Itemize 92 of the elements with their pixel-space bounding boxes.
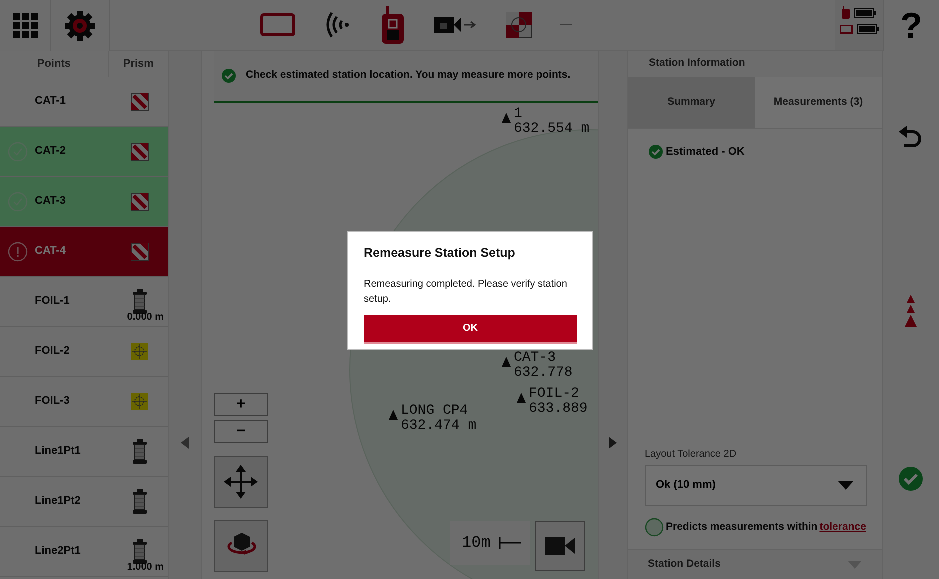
caret-right-icon <box>609 436 617 449</box>
apps-menu-button[interactable] <box>0 0 51 51</box>
point-elevation: 633.889 <box>529 402 588 417</box>
help-button[interactable]: ? <box>883 0 939 51</box>
pan-button[interactable] <box>214 456 268 508</box>
section-title: Station Details <box>648 556 721 572</box>
tolerance-link[interactable]: tolerance <box>820 520 866 536</box>
point-row[interactable]: FOIL-2 <box>0 327 168 377</box>
triangle-marker-icon <box>502 113 511 123</box>
grid-icon <box>12 13 38 38</box>
prism-target-icon <box>130 192 148 210</box>
foil-target-icon <box>131 393 148 410</box>
check-circle-icon <box>222 69 236 83</box>
check-circle-icon <box>899 467 923 491</box>
video-camera-icon <box>545 536 575 556</box>
point-name: Line2Pt1 <box>35 544 81 560</box>
alert-circle-icon <box>8 242 28 262</box>
prism-height: 1.000 m <box>127 561 164 575</box>
dialog-message: Remeasuring completed. Please verify station setup. <box>364 278 568 308</box>
point-name: FOIL-3 <box>35 394 70 410</box>
column-header: Points <box>0 51 110 77</box>
caret-left-icon <box>181 436 189 449</box>
zoom-in-button[interactable]: + <box>214 393 268 416</box>
triangle-marker-icon <box>389 410 398 420</box>
triangle-marker-icon <box>502 357 511 367</box>
select-value: Ok (10 mm) <box>656 478 716 494</box>
field-label: Layout Tolerance 2D <box>645 448 738 462</box>
rotate-view-button[interactable] <box>214 520 268 572</box>
dialog-title: Remeasure Station Setup <box>364 245 516 262</box>
ok-button[interactable]: OK <box>364 314 577 344</box>
prism-button[interactable] <box>506 12 532 38</box>
point-row[interactable]: FOIL-1 0.000 m <box>0 277 168 327</box>
camera-lock-icon <box>434 15 478 35</box>
point-label: LONG CP4 <box>401 404 470 419</box>
move-arrows-icon <box>224 465 258 499</box>
point-name: CAT-3 <box>35 194 66 210</box>
point-row[interactable]: Line1Pt2 <box>0 477 168 527</box>
tablet-icon <box>840 24 852 34</box>
point-name: CAT-4 <box>35 244 66 260</box>
dash-icon <box>560 23 572 27</box>
camera-button[interactable] <box>535 521 585 571</box>
triangle-marker-icon <box>517 393 526 403</box>
radio-circle-icon <box>645 518 664 537</box>
tolerance-select[interactable]: Ok (10 mm) <box>645 465 867 506</box>
prediction-text: Predicts measurements within <box>666 520 818 535</box>
tab[interactable]: Summary <box>628 77 755 129</box>
point-elevation: 632.554 m <box>514 122 590 137</box>
foil-target-icon <box>131 343 148 360</box>
prism-target-icon <box>130 242 148 260</box>
point-row[interactable]: Line2Pt1 1.000 m <box>0 527 168 577</box>
point-elevation: 632.474 m <box>401 419 477 434</box>
status-text: Estimated - OK <box>666 145 745 160</box>
point-name: CAT-2 <box>35 144 66 160</box>
minimize-button[interactable] <box>560 23 572 27</box>
prism-height: 0.000 m <box>127 311 164 325</box>
point-name: Line1Pt2 <box>35 494 81 510</box>
prism-target-icon <box>130 92 148 110</box>
point-label: CAT-3 <box>514 351 558 366</box>
notification-text: Check estimated station location. You may measure more points. <box>246 68 571 84</box>
point-row[interactable]: CAT-2 <box>0 127 168 177</box>
prism-target-icon <box>506 12 532 38</box>
scale-bar-icon <box>498 536 521 550</box>
settings-button[interactable] <box>51 0 110 51</box>
point-name: FOIL-2 <box>35 344 70 360</box>
triangles-icon[interactable] <box>905 295 917 327</box>
caret-icon <box>838 481 854 490</box>
column-header: Prism <box>122 56 155 72</box>
point-label: FOIL-2 <box>529 387 580 402</box>
caret-icon <box>848 560 862 568</box>
tablet-icon <box>260 13 296 37</box>
point-row[interactable]: Line1Pt1 <box>0 427 168 477</box>
battery-icon <box>856 24 878 34</box>
point-row[interactable]: CAT-4 <box>0 227 168 277</box>
prism-target-icon <box>130 142 148 160</box>
point-elevation: 632.778 <box>514 366 573 381</box>
point-row[interactable]: FOIL-3 <box>0 377 168 427</box>
point-name: FOIL-1 <box>35 294 70 310</box>
point-row[interactable]: CAT-3 <box>0 177 168 227</box>
tablet-button[interactable] <box>260 13 296 37</box>
point-name: Line1Pt1 <box>35 444 81 460</box>
zoom-out-button[interactable]: − <box>214 420 268 443</box>
scale-label: 10m <box>462 533 491 554</box>
battery-icon <box>854 8 876 18</box>
point-label: 1 <box>514 107 524 122</box>
signal-waves-icon <box>324 10 352 40</box>
settings-icon <box>64 10 96 42</box>
signal-button[interactable] <box>324 10 352 40</box>
undo-button[interactable] <box>898 126 924 150</box>
check-circle-icon <box>649 145 663 160</box>
point-name: CAT-1 <box>35 94 66 110</box>
camera-lock-button[interactable] <box>434 15 478 35</box>
panel-title: Station Information <box>628 51 882 77</box>
